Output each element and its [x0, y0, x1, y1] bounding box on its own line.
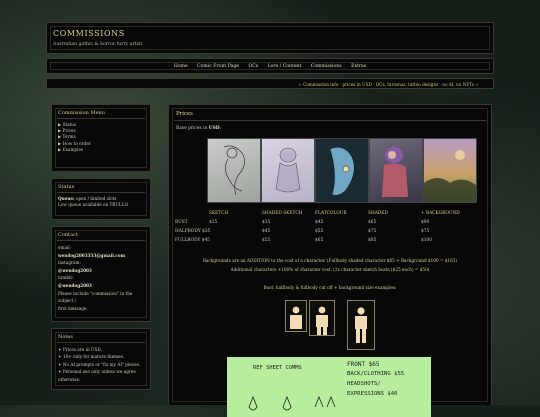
- contact-panel: Contact email: wendog2003333@gmail.com i…: [51, 226, 151, 322]
- base-prices-line: Base prices in USD:: [176, 126, 222, 131]
- price-cell: $100: [421, 238, 432, 243]
- menu-item-examples[interactable]: ▶ Examples: [58, 147, 145, 153]
- price-table: SKETCH SHADED SKETCH FLATCOLOUR SHADED +…: [175, 209, 474, 245]
- queue-value: open / limited slots: [75, 196, 117, 201]
- email-link[interactable]: wendog2003333@gmail.com: [58, 253, 125, 258]
- waitlist-note: Low queue available on TBULLO: [58, 202, 128, 208]
- price-cell: $25: [209, 220, 218, 225]
- row-label: FULLBODY $45: [175, 238, 210, 243]
- ref-sheet-example-image: REF SHEET COMMS FRONT $65 BACK/CLOTHING …: [227, 357, 431, 417]
- prices-title: Prices: [176, 111, 193, 117]
- table-row: BUST $25 $35 $45 $65 $90: [175, 218, 474, 227]
- nav-commissions[interactable]: Commissions: [311, 64, 342, 69]
- nav-extras[interactable]: Extras: [351, 64, 366, 69]
- table-row: HALFBODY $35 $45 $55 $75 $75: [175, 227, 474, 236]
- top-nav: Home Comic Front Page OCs Lore / Content…: [46, 58, 494, 74]
- additional-characters-note: Additional characters +100% of character…: [230, 267, 430, 272]
- price-cell: $45: [262, 229, 271, 234]
- sketch-example-image: [207, 138, 261, 203]
- col-header: SHADED: [368, 211, 388, 216]
- note-item: ✦ No AI prompts or "fix my AI" pieces.: [58, 361, 141, 367]
- crop-examples-note: Bust, halfbody & fullbody cut off + back…: [263, 285, 397, 290]
- halfbody-crop-figure: [309, 300, 335, 336]
- status-title: Status: [58, 184, 75, 190]
- table-row: FULLBODY $45 $55 $65 $85 $100: [175, 236, 474, 245]
- flatcolour-example-image: [315, 138, 369, 203]
- commission-menu-panel: Commission Menu ▶ Status ▶ Prices ▶ Term…: [51, 104, 151, 172]
- col-header: + BACKGROUND: [421, 211, 460, 216]
- price-cell: $75: [368, 229, 377, 234]
- price-cell: $35: [262, 220, 271, 225]
- notes-panel: Notes ✦ Prices are in USD. ✦ 18+ only fo…: [51, 328, 151, 390]
- row-label: BUST: [175, 220, 188, 225]
- background-note: Backgrounds are an ADDITION to the cost …: [202, 258, 458, 263]
- note-item: ✦ Personal use only unless we agree: [58, 369, 136, 375]
- row-label: HALFBODY $35: [175, 229, 211, 234]
- nav-lore-content[interactable]: Lore / Content: [268, 64, 302, 69]
- note-item: otherwise.: [58, 376, 81, 382]
- table-header-row: SKETCH SHADED SKETCH FLATCOLOUR SHADED +…: [175, 209, 474, 218]
- contact-title: Contact: [58, 232, 78, 238]
- bust-crop-figure: [285, 300, 307, 332]
- status-panel: Status Queue: open / limited slots Low q…: [51, 178, 151, 220]
- note-item: ✦ 18+ only for mature themes.: [58, 354, 125, 360]
- price-cell: $65: [315, 238, 324, 243]
- currency: USD: [208, 126, 220, 131]
- tumblr-link[interactable]: @wendog2003: [58, 283, 92, 288]
- price-cell: $55: [315, 229, 324, 234]
- contact-note: Please include "commission" in the subje…: [58, 290, 133, 304]
- instagram-label: instagram:: [58, 260, 81, 266]
- notes-title: Notes: [58, 334, 73, 340]
- email-label: email:: [58, 245, 72, 250]
- site-title: COMMISSIONS: [53, 29, 125, 38]
- queue-label: Queue:: [58, 196, 75, 201]
- info-ticker: ☆ Commission info · prices in USD · OCs,…: [46, 78, 494, 89]
- price-cell: $55: [262, 238, 271, 243]
- col-header: SKETCH: [209, 211, 229, 216]
- ticker-text: ☆ Commission info · prices in USD · OCs,…: [297, 81, 479, 87]
- col-header: FLATCOLOUR: [315, 211, 347, 216]
- nav-ocs[interactable]: OCs: [248, 64, 258, 69]
- shaded-example-image: [369, 138, 423, 203]
- tumblr-label: tumblr:: [58, 275, 74, 281]
- fullbody-crop-figure: [347, 300, 375, 350]
- site-header: COMMISSIONS Australian gothic & horror f…: [46, 22, 494, 54]
- background-example-image: [423, 138, 477, 203]
- note-item: ✦ Prices are in USD.: [58, 347, 102, 352]
- price-cell: $45: [315, 220, 324, 225]
- nav-comic-front-page[interactable]: Comic Front Page: [197, 64, 239, 69]
- price-cell: $65: [368, 220, 377, 225]
- commission-menu-title: Commission Menu: [58, 110, 105, 116]
- instagram-link[interactable]: @wendog2003: [58, 268, 92, 273]
- shaded-sketch-example-image: [261, 138, 315, 203]
- col-header: SHADED SKETCH: [262, 211, 303, 216]
- price-cell: $75: [421, 229, 430, 234]
- price-cell: $90: [421, 220, 430, 225]
- price-cell: $85: [368, 238, 377, 243]
- prices-panel: Prices Base prices in USD: SKETCH SHADED…: [168, 104, 492, 417]
- site-subtitle: Australian gothic & horror furry artist: [53, 42, 143, 47]
- nav-home[interactable]: Home: [174, 64, 188, 69]
- contact-note-2: first message.: [58, 305, 88, 311]
